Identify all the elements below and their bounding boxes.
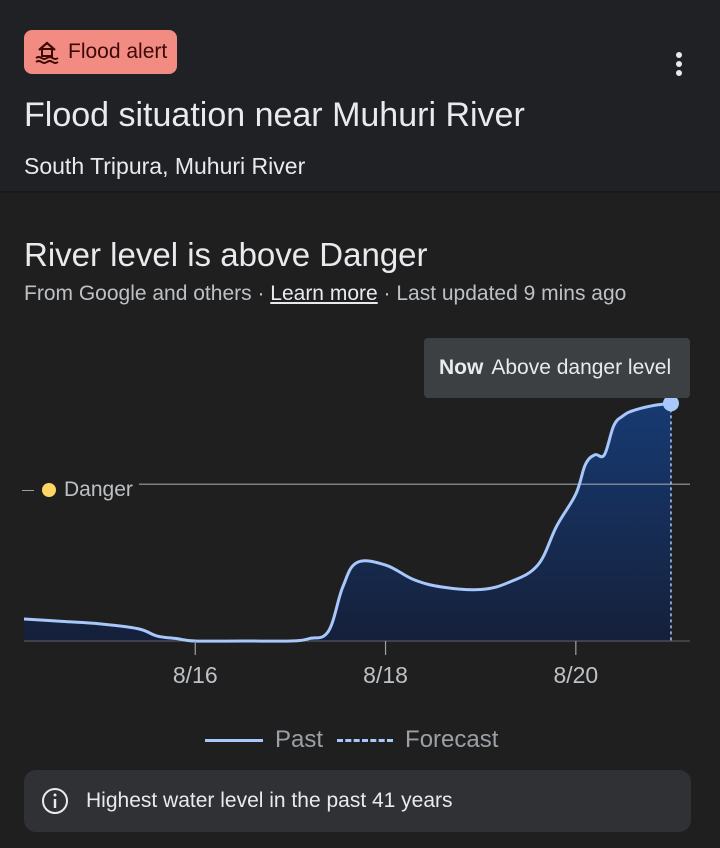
x-tick-label: 8/20 xyxy=(553,662,598,688)
now-tooltip: Now Above danger level xyxy=(424,338,690,398)
divider xyxy=(0,191,720,193)
alert-card: Flood alert Flood situation near Muhuri … xyxy=(0,0,720,192)
danger-dot-icon xyxy=(42,483,56,497)
chart-legend: Past Forecast xyxy=(205,726,498,754)
past-legend-swatch xyxy=(205,738,263,742)
flood-icon xyxy=(35,41,59,64)
x-tick-label: 8/16 xyxy=(173,662,218,688)
river-status-headline: River level is above Danger xyxy=(24,236,428,273)
danger-dash xyxy=(22,489,34,491)
past-legend-label: Past xyxy=(275,726,324,753)
danger-label-text: Danger xyxy=(64,478,133,501)
source-text: From Google and others · xyxy=(24,282,271,305)
info-banner[interactable]: Highest water level in the past 41 years xyxy=(24,770,691,832)
flood-alert-chip[interactable]: Flood alert xyxy=(24,30,178,74)
flood-alert-label: Flood alert xyxy=(68,40,168,63)
page-title: Flood situation near Muhuri River xyxy=(24,96,525,134)
now-status-text: Above danger level xyxy=(491,356,672,379)
location-subtitle: South Tripura, Muhuri River xyxy=(24,153,306,179)
learn-more-link[interactable]: Learn more xyxy=(270,282,377,305)
last-updated-text: · Last updated 9 mins ago xyxy=(377,282,627,305)
x-tick-label: 8/18 xyxy=(363,662,408,688)
info-icon xyxy=(42,788,68,814)
past-area-fill xyxy=(24,403,671,642)
info-text: Highest water level in the past 41 years xyxy=(86,789,453,812)
more-options-icon[interactable] xyxy=(664,46,694,82)
source-line: From Google and others · Learn more · La… xyxy=(24,282,626,306)
forecast-legend-swatch xyxy=(337,738,394,742)
now-label: Now xyxy=(439,356,484,379)
forecast-legend-label: Forecast xyxy=(405,726,499,753)
danger-level-label: Danger xyxy=(22,478,139,502)
